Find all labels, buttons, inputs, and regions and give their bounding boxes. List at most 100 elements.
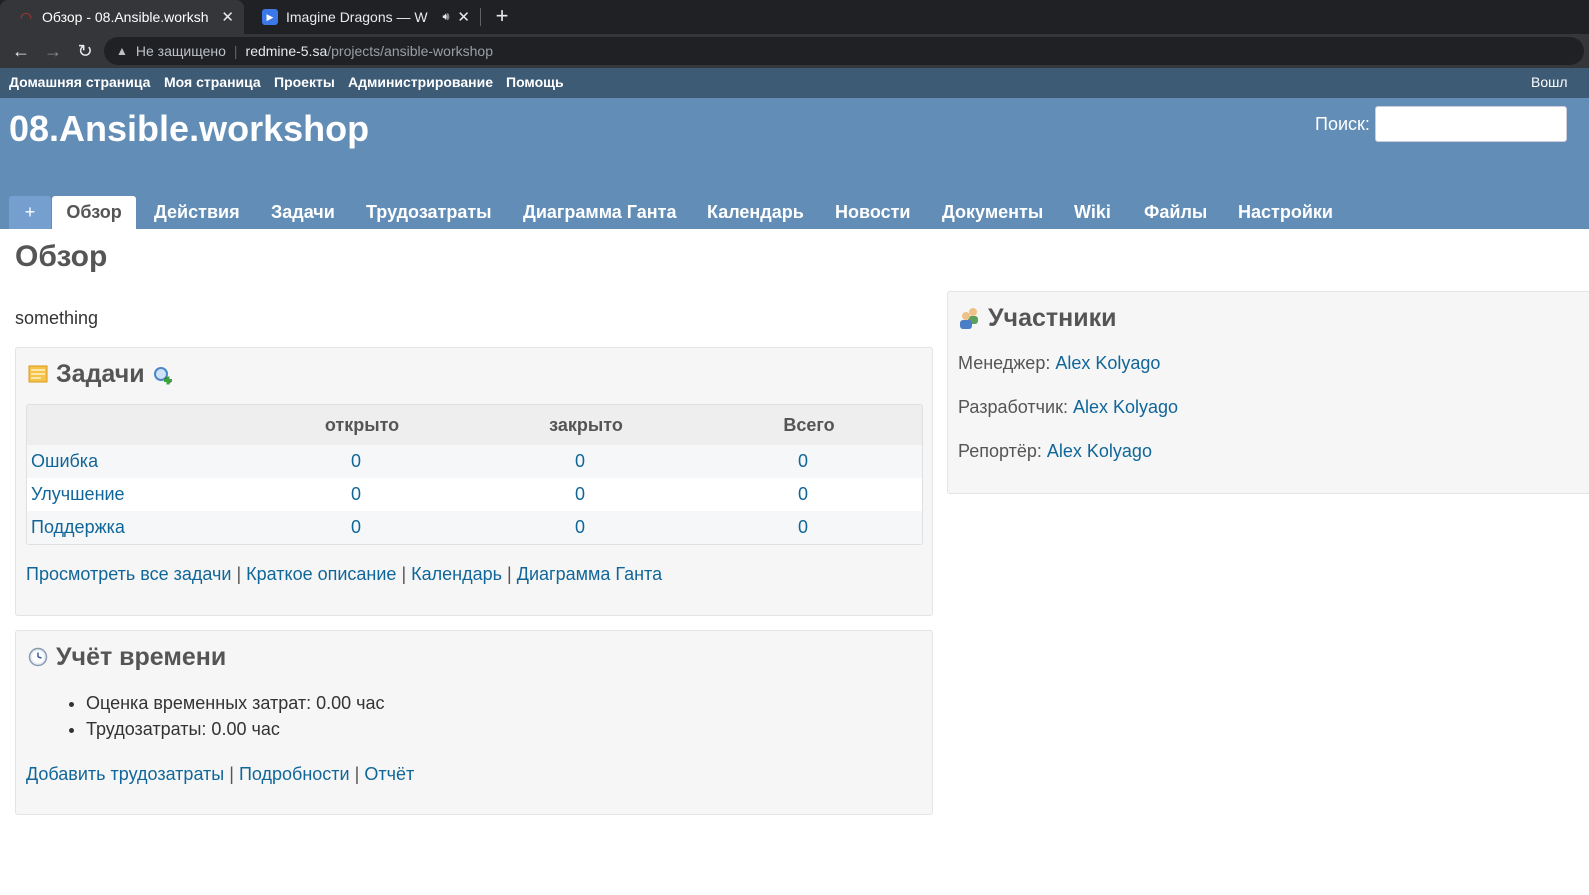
closed-count[interactable]: 0 [480,451,680,472]
warning-icon[interactable]: ▲ [116,44,128,58]
link-separator: | [354,764,360,784]
search-input[interactable] [1375,106,1567,142]
tracker-link[interactable]: Поддержка [31,517,125,538]
open-count[interactable]: 0 [256,517,456,538]
column-header-open: открыто [324,415,400,435]
tab-time-entries[interactable]: Трудозатраты [366,194,492,229]
issues-summary-table: открыто закрыто Всего Ошибка 0 0 0 Улучш… [26,404,923,545]
member-link[interactable]: Alex Kolyago [1073,397,1178,417]
project-tabs: + Обзор Действия Задачи Трудозатраты Диа… [0,194,1589,229]
time-tracking-title: Учёт времени [56,643,227,671]
tab-files[interactable]: Файлы [1144,194,1207,229]
browser-tab-redmine[interactable]: ◠ Обзор - 08.Ansible.worksh ✕ [0,0,244,34]
redmine-icon: ◠ [20,8,32,25]
new-object-button[interactable]: + [9,196,51,229]
clock-icon [28,647,48,667]
time-links: Добавить трудозатраты | Подробности | От… [26,764,414,785]
total-count[interactable]: 0 [703,517,903,538]
url-path: /projects/ansible-workshop [327,43,493,59]
tab-activity[interactable]: Действия [154,194,240,229]
url-host: redmine-5.sa [245,43,328,59]
project-header: 08.Ansible.workshop Поиск: + Обзор Дейст… [0,98,1589,229]
browser-tab-music[interactable]: ▶ Imagine Dragons — W 🔊︎ ✕ [244,0,480,34]
security-status[interactable]: Не защищено [136,43,226,59]
project-description: something [15,308,99,328]
log-time-link[interactable]: Добавить трудозатраты [26,764,224,784]
tab-issues[interactable]: Задачи [271,194,335,229]
menu-projects[interactable]: Проекты [274,74,335,90]
member-link[interactable]: Alex Kolyago [1047,441,1152,461]
member-row-developer: Разработчик: Alex Kolyago [958,397,1178,418]
issues-box: Задачи открыто закрыто Всего Ошибка 0 0 … [15,347,933,616]
issues-title: Задачи [56,360,145,388]
users-icon [960,308,978,329]
close-icon[interactable]: ✕ [457,8,470,26]
browser-tab-bar: ◠ Обзор - 08.Ansible.worksh ✕ ▶ Imagine … [0,0,1589,34]
menu-home[interactable]: Домашняя страница [9,74,150,90]
back-arrow-icon[interactable]: ← [8,38,34,64]
search-label: Поиск: [1315,114,1370,134]
tracker-link[interactable]: Ошибка [31,451,98,472]
tab-title: Обзор - 08.Ansible.worksh [42,9,209,25]
forward-arrow-icon[interactable]: → [40,38,66,64]
tab-settings[interactable]: Настройки [1238,194,1333,229]
tab-title: Imagine Dragons — W [286,9,428,25]
speaker-icon[interactable]: 🔊︎ [442,11,449,24]
table-header: открыто закрыто Всего [27,405,922,445]
tab-divider [480,8,481,26]
open-count[interactable]: 0 [256,484,456,505]
column-header-total: Всего [783,415,835,435]
open-count[interactable]: 0 [256,451,456,472]
link-separator: | [236,564,242,584]
youtube-music-icon: ▶ [262,9,278,25]
members-title: Участники [988,304,1117,332]
project-title: 08.Ansible.workshop [9,108,370,149]
gantt-link[interactable]: Диаграмма Ганта [517,564,662,584]
tab-wiki[interactable]: Wiki [1074,194,1111,229]
role-label: Репортёр: [958,441,1042,461]
details-link[interactable]: Подробности [239,764,350,784]
view-all-issues-link[interactable]: Просмотреть все задачи [26,564,231,584]
spent-time: Трудозатраты: 0.00 час [86,719,385,745]
tab-news[interactable]: Новости [835,194,910,229]
issues-icon [28,365,48,383]
reload-icon[interactable]: ↻ [72,38,98,64]
top-menu: Домашняя страница Моя страница Проекты А… [0,68,1589,98]
tab-gantt[interactable]: Диаграмма Ганта [523,194,676,229]
time-summary-list: Оценка временных затрат: 0.00 час Трудоз… [64,693,385,745]
total-count[interactable]: 0 [703,451,903,472]
tracker-link[interactable]: Улучшение [31,484,125,505]
address-bar[interactable]: ▲ Не защищено | redmine-5.sa/projects/an… [104,37,1584,65]
logged-in-as: Вошл [1531,74,1568,90]
closed-count[interactable]: 0 [480,517,680,538]
role-label: Менеджер: [958,353,1051,373]
table-row: Ошибка 0 0 0 [27,445,922,478]
tab-calendar[interactable]: Календарь [707,194,804,229]
table-row: Поддержка 0 0 0 [27,511,922,544]
time-tracking-box: Учёт времени Оценка временных затрат: 0.… [15,630,933,815]
link-separator: | [229,764,234,784]
total-count[interactable]: 0 [703,484,903,505]
closed-count[interactable]: 0 [480,484,680,505]
tab-documents[interactable]: Документы [942,194,1043,229]
member-row-manager: Менеджер: Alex Kolyago [958,353,1160,374]
summary-link[interactable]: Краткое описание [246,564,396,584]
column-header-closed: закрыто [549,415,623,435]
close-icon[interactable]: ✕ [221,8,234,26]
tab-overview[interactable]: Обзор [52,196,136,229]
menu-administration[interactable]: Администрирование [348,74,493,90]
add-filter-icon[interactable] [153,366,173,386]
menu-help[interactable]: Помощь [506,74,564,90]
address-divider: | [233,43,238,59]
browser-toolbar: ← → ↻ ▲ Не защищено | redmine-5.sa/proje… [0,34,1589,68]
calendar-link[interactable]: Календарь [411,564,502,584]
menu-my-page[interactable]: Моя страница [164,74,261,90]
estimated-time: Оценка временных затрат: 0.00 час [86,693,385,719]
link-separator: | [401,564,407,584]
members-box: Участники Менеджер: Alex Kolyago Разрабо… [947,291,1589,494]
table-row: Улучшение 0 0 0 [27,478,922,511]
member-link[interactable]: Alex Kolyago [1055,353,1160,373]
new-tab-button[interactable]: + [490,4,514,30]
report-link[interactable]: Отчёт [364,764,414,784]
page-title: Обзор [15,240,108,273]
